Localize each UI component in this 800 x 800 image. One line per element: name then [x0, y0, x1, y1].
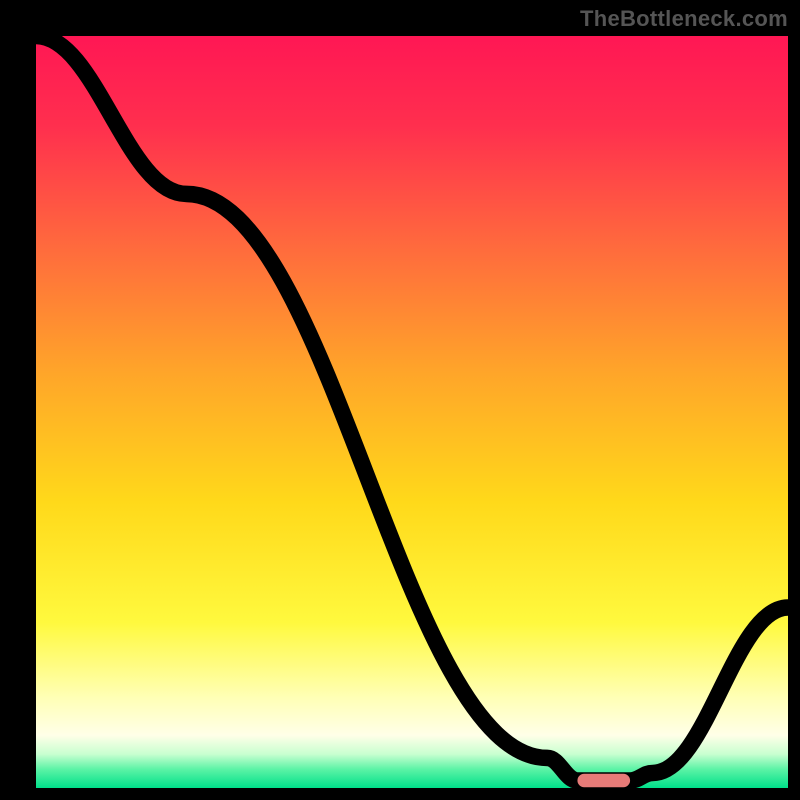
chart-container: TheBottleneck.com [0, 0, 800, 800]
plot-area [36, 36, 788, 788]
optimal-marker [577, 774, 630, 788]
chart-svg [36, 36, 788, 788]
gradient-background [36, 36, 788, 788]
watermark-text: TheBottleneck.com [580, 6, 788, 32]
